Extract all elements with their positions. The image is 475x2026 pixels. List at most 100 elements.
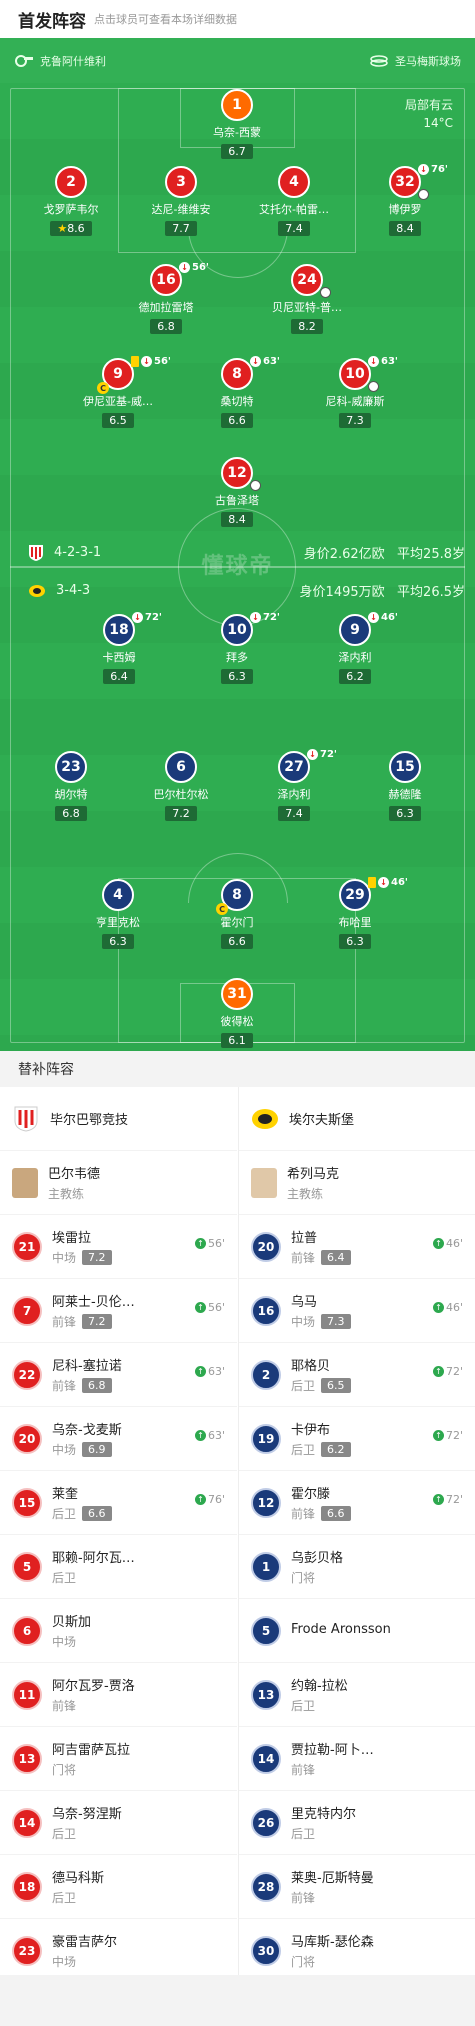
sub-player-position: 前锋 [291,1251,316,1265]
away-coach-row[interactable]: 希列马克 主教练 [239,1151,475,1215]
player-shirt: 18 ↓ 72' [103,612,162,646]
home-team-row[interactable]: 毕尔巴鄂竞技 [0,1087,237,1151]
player-rating: 7.3 [339,413,371,428]
player-name: 布哈里 [338,916,372,929]
home-coach-row[interactable]: 巴尔韦德 主教练 [0,1151,237,1215]
home-player[interactable]: 32 ↓ 76' 博伊罗 8.4 [350,164,460,236]
sub-player-row[interactable]: 11 阿尔瓦罗-贾洛 前锋 [0,1663,237,1727]
away-player[interactable]: 31 彼得松 6.1 [182,978,292,1048]
ball-icon [418,189,429,200]
sub-player-meta: 前锋 6.4 [291,1249,463,1266]
sub-out-indicator: ↓ 63' [368,356,398,367]
sub-player-row[interactable]: 30 马库斯-瑟伦森 门将 [239,1919,475,1983]
away-player[interactable]: 4 亨里克松 6.3 [63,879,173,949]
home-team-value: 身价2.62亿欧 [303,547,385,562]
player-name: 古鲁泽塔 [215,494,259,507]
sub-player-name: 阿吉雷萨瓦拉 [52,1743,131,1758]
player-rating: 6.2 [339,669,371,684]
subs-section-title: 替补阵容 [0,1051,475,1087]
sub-player-meta: 门将 [291,1569,463,1586]
sub-player-row[interactable]: 12 霍尔滕 前锋 6.6 ↑ 72' [239,1471,475,1535]
home-team-stats: 身价2.62亿欧 平均25.8岁 [304,543,465,562]
player-rating: 6.8 [150,319,182,334]
player-number-badge: 18 [12,1871,42,1902]
sub-player-row[interactable]: 16 乌马 中场 7.3 ↑ 46' [239,1279,475,1343]
sub-player-row[interactable]: 1 乌彭贝格 门将 [239,1535,475,1599]
sub-player-row[interactable]: 13 约翰-拉松 后卫 [239,1663,475,1727]
sub-player-rating: 7.2 [82,1250,112,1265]
away-team-row[interactable]: 埃尔夫斯堡 [239,1087,475,1151]
home-player[interactable]: 1 乌奈-西蒙 6.7 [182,89,292,159]
sub-player-row[interactable]: 21 埃雷拉 中场 7.2 ↑ 56' [0,1215,237,1279]
player-name: 霍尔门 [220,916,254,929]
home-player[interactable]: 8 ↓ 63' 桑切特 6.6 [182,356,292,428]
sub-player-position: 中场 [52,1251,77,1265]
sub-player-name: 里克特内尔 [291,1807,357,1822]
player-number-badge: 11 [12,1679,42,1710]
away-player[interactable]: 18 ↓ 72' 卡西姆 6.4 [64,612,174,684]
player-name: 赫德隆 [388,788,422,801]
home-team-logo-icon [29,544,43,561]
sub-in-time: 56' [207,1237,225,1250]
home-player[interactable]: 10 ↓ 63' 尼科-威廉斯 7.3 [300,356,410,428]
away-player[interactable]: 10 ↓ 72' 拜多 6.3 [182,612,292,684]
away-player[interactable]: 6 巴尔杜尔松 7.2 [126,751,236,821]
sub-in-icon: ↑ [194,1238,206,1249]
player-number-badge: 12 [251,1487,281,1518]
sub-player-rating: 6.6 [82,1506,112,1521]
sub-player-row[interactable]: 20 乌奈-戈麦斯 中场 6.9 ↑ 63' [0,1407,237,1471]
home-team-info: 克鲁阿什维利 [14,53,106,69]
team-venue-row: 克鲁阿什维利 圣马梅斯球场 [0,38,475,83]
sub-player-name: 莱奥-厄斯特曼 [291,1871,374,1886]
sub-in-indicator: ↑ 76' [194,1493,225,1506]
home-player[interactable]: 24 贝尼亚特-普… 8.2 [252,264,362,334]
sub-player-row[interactable]: 14 乌奈-努涅斯 后卫 [0,1791,237,1855]
sub-out-indicator: ↓ 46' [368,612,398,623]
weather-temperature: 14°C [423,116,453,130]
coach-name: 希列马克 [287,1167,340,1182]
player-number-badge: 23 [12,1935,42,1966]
sub-player-row[interactable]: 5 耶赖-阿尔瓦… 后卫 [0,1535,237,1599]
away-player[interactable]: 29 ↓ 46' 布哈里 6.3 [300,877,410,949]
sub-player-row[interactable]: 5 Frode Aronsson [239,1599,475,1663]
home-player[interactable]: 12 古鲁泽塔 8.4 [182,457,292,527]
sub-player-row[interactable]: 6 贝斯加 中场 [0,1599,237,1663]
player-name: 德加拉雷塔 [138,301,194,314]
sub-player-row[interactable]: 2 耶格贝 后卫 6.5 ↑ 72' [239,1343,475,1407]
player-number-badge: 28 [251,1871,281,1902]
away-player[interactable]: 15 赫德隆 6.3 [350,751,460,821]
home-player[interactable]: 16 ↓ 56' 德加拉雷塔 6.8 [111,262,221,334]
away-player[interactable]: 8 C 霍尔门 6.6 [182,879,292,949]
sub-player-row[interactable]: 15 莱奎 后卫 6.6 ↑ 76' [0,1471,237,1535]
sub-player-meta: 后卫 [291,1697,463,1714]
sub-player-row[interactable]: 26 里克特内尔 后卫 [239,1791,475,1855]
sub-player-row[interactable]: 13 阿吉雷萨瓦拉 门将 [0,1727,237,1791]
sub-player-row[interactable]: 7 阿莱士-贝伦… 前锋 7.2 ↑ 56' [0,1279,237,1343]
player-number-badge: 13 [12,1743,42,1774]
away-player[interactable]: 23 胡尔特 6.8 [16,751,126,821]
away-formation-value: 3-4-3 [56,583,91,598]
home-player[interactable]: 3 达尼-维维安 7.7 [126,166,236,236]
sub-player-row[interactable]: 23 豪雷吉萨尔 中场 [0,1919,237,1983]
sub-player-row[interactable]: 18 德马科斯 后卫 [0,1855,237,1919]
player-rating: 6.6 [221,413,253,428]
coach-name: 巴尔韦德 [48,1167,101,1182]
sub-player-row[interactable]: 20 拉普 前锋 6.4 ↑ 46' [239,1215,475,1279]
player-number: 18 [109,622,129,638]
sub-out-time: 63' [381,356,398,367]
home-player[interactable]: 9 ↓ 56' C 伊尼亚基-威… 6.5 [63,356,173,428]
sub-player-row[interactable]: 22 尼科-塞拉诺 前锋 6.8 ↑ 63' [0,1343,237,1407]
sub-in-icon: ↑ [194,1302,206,1313]
sub-out-icon: ↓ [179,262,190,273]
away-player[interactable]: 27 ↓ 72' 泽内利 7.4 [239,749,349,821]
sub-player-row[interactable]: 28 莱奥-厄斯特曼 前锋 [239,1855,475,1919]
away-player[interactable]: 9 ↓ 46' 泽内利 6.2 [300,612,410,684]
sub-player-row[interactable]: 14 贾拉勒-阿卜… 前锋 [239,1727,475,1791]
home-player[interactable]: 4 艾托尔-帕雷… 7.4 [239,166,349,236]
sub-player-meta: 后卫 [52,1825,225,1842]
sub-player-name: Frode Aronsson [291,1621,391,1637]
sub-player-rating: 6.4 [321,1250,351,1265]
home-player[interactable]: 2 戈罗萨韦尔 ★8.6 [16,166,126,236]
sub-player-position: 门将 [52,1763,77,1777]
sub-player-row[interactable]: 19 卡伊布 后卫 6.2 ↑ 72' [239,1407,475,1471]
